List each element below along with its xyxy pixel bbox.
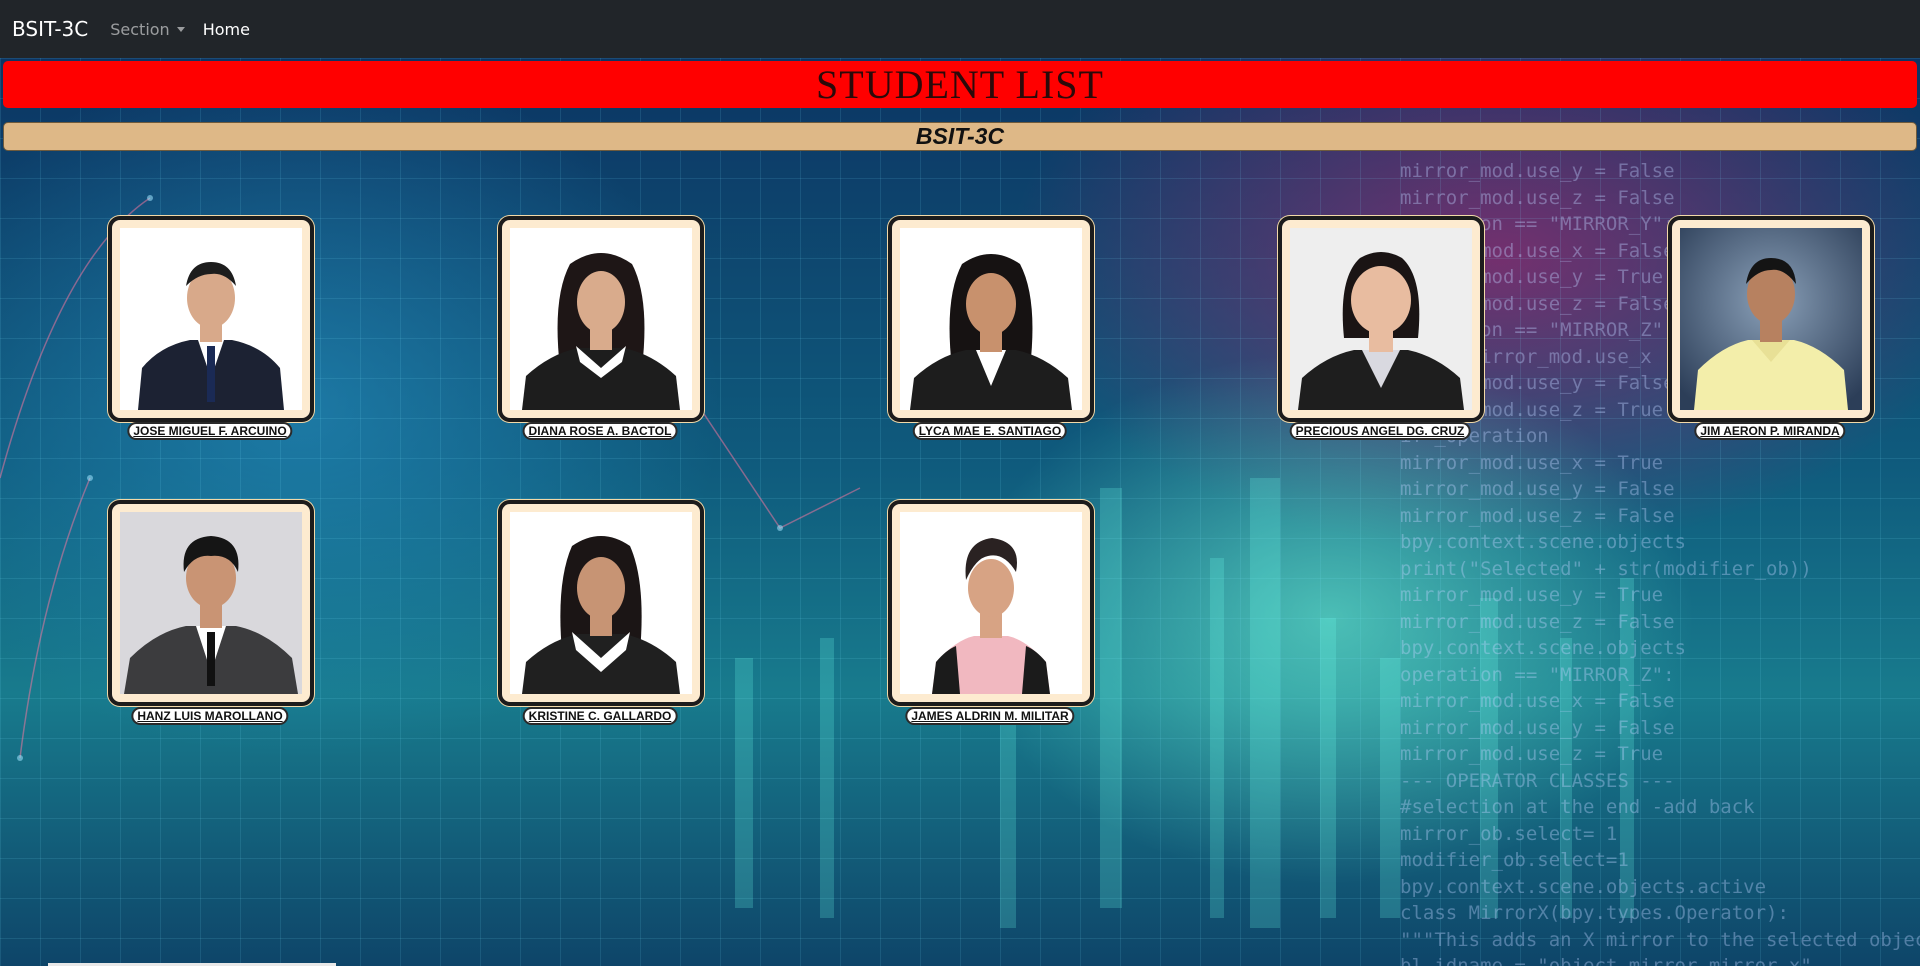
student-card[interactable] <box>1278 216 1484 422</box>
student-name-link[interactable]: JAMES ALDRIN M. MILITAR <box>905 707 1075 725</box>
student-name-link[interactable]: LYCA MAE E. SANTIAGO <box>912 422 1068 440</box>
background-code-line: mirror_mod.use_y = False <box>1400 160 1675 182</box>
background-code-line: mirror_mod.use_z = False <box>1400 186 1675 209</box>
background-code-line: mirror_mod.use_z = False <box>1400 610 1675 633</box>
page-title: STUDENT LIST <box>816 62 1104 107</box>
top-navbar: BSIT-3C Section Home <box>0 0 1920 58</box>
background-code-line: #selection at the end -add back <box>1400 796 1755 818</box>
background-code-line: mirror_mod.use_y = False <box>1400 478 1675 500</box>
student-name-link[interactable]: PRECIOUS ANGEL DG. CRUZ <box>1289 422 1471 440</box>
background-code-line: mirror_mod.use_y = False <box>1400 716 1675 739</box>
student-avatar-icon <box>900 228 1082 410</box>
student-photo <box>1680 228 1862 410</box>
page-title-banner: STUDENT LIST <box>3 61 1917 108</box>
section-banner: BSIT-3C <box>3 122 1917 151</box>
background-code-line: bpy.context.scene.objects <box>1400 531 1686 553</box>
background-code-line: bpy.context.scene.objects <box>1400 637 1686 659</box>
student-avatar-icon <box>120 512 302 694</box>
student-card[interactable] <box>498 500 704 706</box>
background-code-line: mirror_mod.use_y = True <box>1400 584 1664 606</box>
navbar-brand[interactable]: BSIT-3C <box>12 17 88 41</box>
student-avatar-icon <box>120 228 302 410</box>
student-card[interactable] <box>1668 216 1874 422</box>
student-name-link[interactable]: JIM AERON P. MIRANDA <box>1694 422 1846 440</box>
student-card[interactable] <box>108 216 314 422</box>
background-code-line: mirror_mod.use_z = True <box>1400 743 1664 765</box>
student-avatar-icon <box>510 228 692 410</box>
student-card[interactable] <box>888 500 1094 706</box>
background-code-line: mirror_ob.select= 1 <box>1400 822 1618 845</box>
student-card[interactable] <box>498 216 704 422</box>
student-photo <box>120 512 302 694</box>
student-photo <box>900 512 1082 694</box>
student-avatar-icon <box>510 512 692 694</box>
chevron-down-icon <box>176 26 185 32</box>
student-name-link[interactable]: KRISTINE C. GALLARDO <box>522 707 678 725</box>
background-code-line: operation == "MIRROR_Z": <box>1400 663 1675 686</box>
background-code-line: """This adds an X mirror to the selected… <box>1400 928 1920 951</box>
background-code-line: class MirrorX(bpy.types.Operator): <box>1400 902 1789 924</box>
background-code-line: bl_idname = "object.mirror_mirror_x" <box>1400 955 1812 966</box>
student-avatar-icon <box>900 512 1082 694</box>
background-code-line: mirror_mod.use_x = False <box>1400 690 1675 712</box>
background-code-line: print("Selected" + str(modifier_ob)) <box>1400 557 1812 580</box>
background-code-line: mirror_mod.use_z = False <box>1400 504 1675 527</box>
background-code-line: --- OPERATOR CLASSES --- <box>1400 769 1675 792</box>
student-avatar-icon <box>1290 228 1472 410</box>
student-photo <box>120 228 302 410</box>
student-avatar-icon <box>1680 228 1862 410</box>
background-code-line: mirror_mod.use_x = True <box>1400 451 1664 474</box>
background-code-line: bpy.context.scene.objects.active <box>1400 875 1767 898</box>
section-dropdown-label: Section <box>110 19 170 39</box>
student-card[interactable] <box>108 500 314 706</box>
student-card[interactable] <box>888 216 1094 422</box>
section-title: BSIT-3C <box>915 123 1005 149</box>
student-photo <box>1290 228 1472 410</box>
student-name-link[interactable]: JOSE MIGUEL F. ARCUINO <box>127 422 293 440</box>
home-link[interactable]: Home <box>203 20 250 39</box>
student-photo <box>510 228 692 410</box>
background-code-line: modifier_ob.select=1 <box>1400 849 1629 871</box>
student-photo <box>510 512 692 694</box>
student-name-link[interactable]: HANZ LUIS MAROLLANO <box>131 707 289 725</box>
section-dropdown[interactable]: Section <box>110 19 185 39</box>
student-photo <box>900 228 1082 410</box>
student-name-link[interactable]: DIANA ROSE A. BACTOL <box>522 422 678 440</box>
